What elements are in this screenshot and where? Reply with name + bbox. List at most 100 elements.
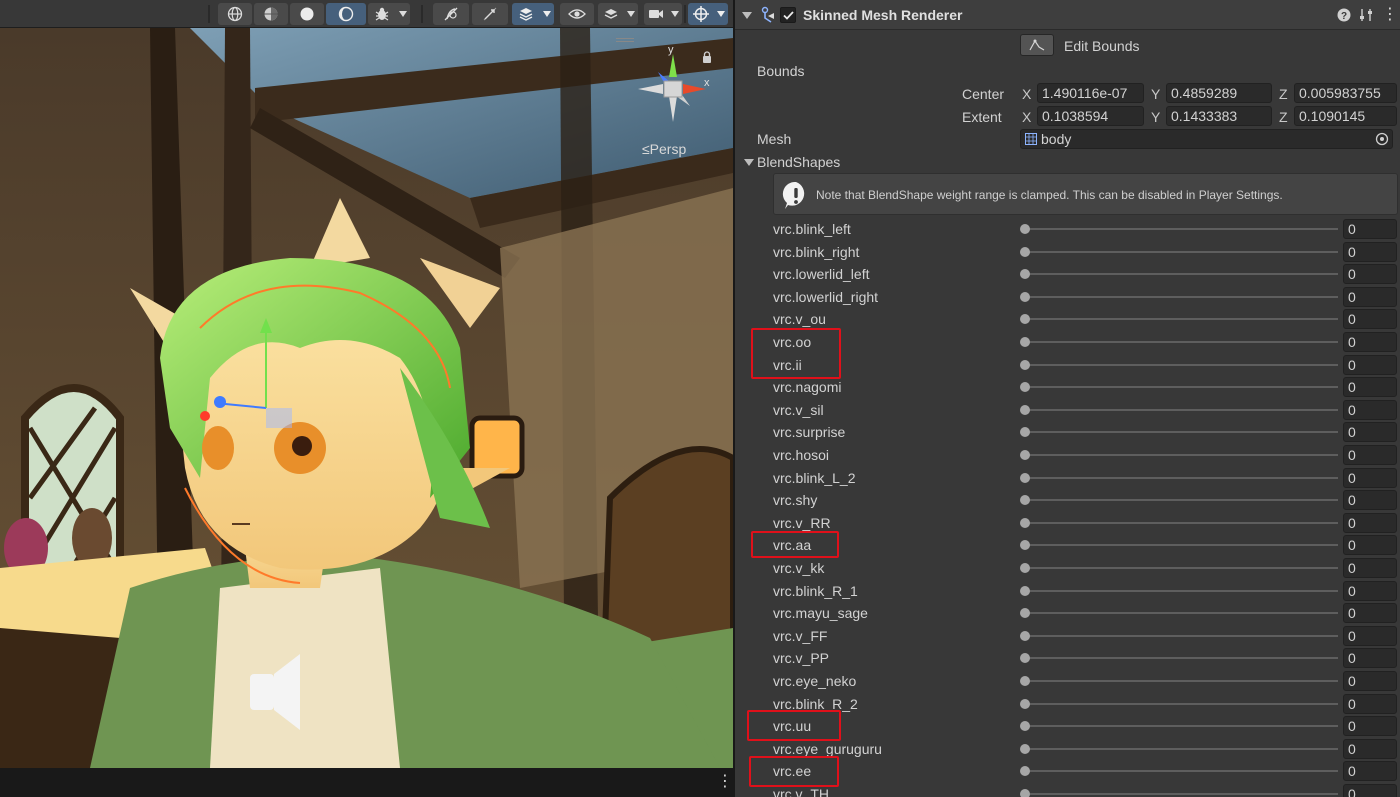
blendshape-slider-track[interactable]	[1025, 725, 1338, 728]
blendshape-value-field[interactable]: 0	[1343, 716, 1397, 737]
blendshape-slider-track[interactable]	[1025, 499, 1338, 502]
blendshape-slider-thumb[interactable]	[1020, 472, 1030, 483]
edit-bounds-button[interactable]	[1020, 34, 1054, 56]
blendshape-slider-thumb[interactable]	[1020, 540, 1030, 551]
blendshape-value-field[interactable]: 0	[1343, 648, 1397, 669]
blendshape-slider-track[interactable]	[1025, 521, 1338, 524]
blendshape-value-field[interactable]: 0	[1343, 535, 1397, 556]
blendshape-value-field[interactable]: 0	[1343, 625, 1397, 646]
mesh-object-field[interactable]: body	[1020, 129, 1393, 149]
blendshape-value-field[interactable]: 0	[1343, 693, 1397, 714]
foldout-expanded-icon[interactable]	[744, 157, 754, 167]
chevron-down-icon[interactable]	[396, 3, 410, 25]
blendshapes-foldout-label[interactable]: BlendShapes	[757, 154, 840, 170]
fx-off-icon[interactable]	[433, 3, 469, 25]
blendshape-value-field[interactable]: 0	[1343, 309, 1397, 330]
blendshape-slider-thumb[interactable]	[1020, 653, 1030, 664]
blendshape-slider-track[interactable]	[1025, 295, 1338, 298]
blendshape-slider-track[interactable]	[1025, 544, 1338, 547]
scene-view[interactable]: y x ≤Persp ⋮	[0, 0, 733, 797]
chevron-down-icon[interactable]	[624, 3, 638, 25]
blendshape-slider-track[interactable]	[1025, 228, 1338, 230]
blendshape-slider-thumb[interactable]	[1020, 743, 1030, 754]
sphere-shaded-icon[interactable]	[254, 3, 288, 25]
blendshape-value-field[interactable]: 0	[1343, 354, 1397, 375]
blendshape-slider-thumb[interactable]	[1020, 721, 1030, 732]
blendshape-slider-thumb[interactable]	[1020, 698, 1030, 709]
chevron-down-icon[interactable]	[714, 3, 728, 25]
blendshape-slider-thumb[interactable]	[1020, 563, 1030, 573]
blendshape-slider-thumb[interactable]	[1020, 585, 1030, 596]
blendshape-value-field[interactable]: 0	[1343, 671, 1397, 691]
overlay-drag-handle[interactable]	[616, 38, 634, 42]
blendshape-slider-track[interactable]	[1025, 702, 1338, 705]
blendshape-slider-thumb[interactable]	[1020, 359, 1030, 370]
blendshape-value-field[interactable]: 0	[1343, 512, 1397, 533]
blendshape-slider-thumb[interactable]	[1020, 450, 1030, 460]
blendshape-value-field[interactable]: 0	[1343, 264, 1397, 285]
blendshape-value-field[interactable]: 0	[1343, 738, 1397, 759]
blendshape-slider-thumb[interactable]	[1020, 676, 1030, 686]
blendshape-value-field[interactable]: 0	[1343, 286, 1397, 307]
blendshape-slider-track[interactable]	[1025, 431, 1338, 434]
center-y-field[interactable]: 0.4859289	[1166, 83, 1272, 103]
blendshape-value-field[interactable]: 0	[1343, 241, 1397, 262]
blendshape-slider-thumb[interactable]	[1020, 314, 1030, 325]
blendshape-slider-thumb[interactable]	[1020, 404, 1030, 415]
blendshape-slider-thumb[interactable]	[1020, 269, 1030, 280]
blendshape-slider-thumb[interactable]	[1020, 224, 1030, 234]
blendshape-value-field[interactable]: 0	[1343, 422, 1397, 443]
blendshape-slider-track[interactable]	[1025, 793, 1338, 795]
blendshape-slider-track[interactable]	[1025, 747, 1338, 750]
extent-y-field[interactable]: 0.1433383	[1166, 106, 1272, 126]
blendshape-slider-track[interactable]	[1025, 680, 1338, 682]
presets-icon[interactable]	[1359, 8, 1373, 22]
blendshape-slider-thumb[interactable]	[1020, 517, 1030, 528]
camera-projection-label[interactable]: ≤Persp	[642, 141, 686, 157]
center-x-field[interactable]: 1.490116e-07	[1037, 83, 1144, 103]
gizmo-icon[interactable]	[688, 3, 714, 25]
blendshape-slider-thumb[interactable]	[1020, 766, 1030, 777]
blendshape-slider-track[interactable]	[1025, 408, 1338, 411]
blendshape-slider-thumb[interactable]	[1020, 427, 1030, 438]
blendshape-value-field[interactable]: 0	[1343, 377, 1397, 398]
eye-icon[interactable]	[560, 3, 594, 25]
scene-viewport[interactable]	[0, 28, 733, 768]
help-icon[interactable]: ?	[1337, 8, 1351, 22]
object-picker-icon[interactable]	[1375, 132, 1389, 146]
blendshape-value-field[interactable]: 0	[1343, 332, 1397, 352]
layers-icon[interactable]	[512, 3, 540, 25]
blendshape-value-field[interactable]: 0	[1343, 399, 1397, 420]
blendshape-slider-thumb[interactable]	[1020, 382, 1030, 393]
blendshape-value-field[interactable]: 0	[1343, 467, 1397, 488]
blendshape-value-field[interactable]: 0	[1343, 490, 1397, 511]
blendshape-slider-track[interactable]	[1025, 363, 1338, 366]
blendshape-value-field[interactable]: 0	[1343, 445, 1397, 465]
chevron-down-icon[interactable]	[668, 3, 682, 25]
blendshape-slider-track[interactable]	[1025, 341, 1338, 343]
blendshape-slider-track[interactable]	[1025, 273, 1338, 276]
blendshape-slider-track[interactable]	[1025, 589, 1338, 592]
blendshape-slider-track[interactable]	[1025, 634, 1338, 637]
blendshape-value-field[interactable]: 0	[1343, 558, 1397, 578]
sphere-white-icon[interactable]	[290, 3, 324, 25]
camera-icon[interactable]	[644, 3, 668, 25]
layers-stack-icon[interactable]	[598, 3, 624, 25]
blendshape-slider-track[interactable]	[1025, 567, 1338, 569]
chevron-down-icon[interactable]	[540, 3, 554, 25]
blendshape-slider-track[interactable]	[1025, 318, 1338, 321]
blendshape-slider-track[interactable]	[1025, 386, 1338, 389]
blendshape-slider-track[interactable]	[1025, 770, 1338, 773]
blendshape-slider-thumb[interactable]	[1020, 291, 1030, 302]
component-menu-icon[interactable]: ⋮	[1382, 7, 1398, 23]
moon-icon[interactable]	[326, 3, 366, 25]
extent-z-field[interactable]: 0.1090145	[1294, 106, 1397, 126]
blendshape-value-field[interactable]: 0	[1343, 603, 1397, 624]
blendshape-value-field[interactable]: 0	[1343, 761, 1397, 782]
blendshape-slider-thumb[interactable]	[1020, 608, 1030, 619]
extent-x-field[interactable]: 0.1038594	[1037, 106, 1144, 126]
component-enabled-checkbox[interactable]	[780, 7, 796, 23]
blendshape-value-field[interactable]: 0	[1343, 219, 1397, 239]
blendshape-slider-thumb[interactable]	[1020, 337, 1030, 347]
blendshape-slider-track[interactable]	[1025, 612, 1338, 615]
